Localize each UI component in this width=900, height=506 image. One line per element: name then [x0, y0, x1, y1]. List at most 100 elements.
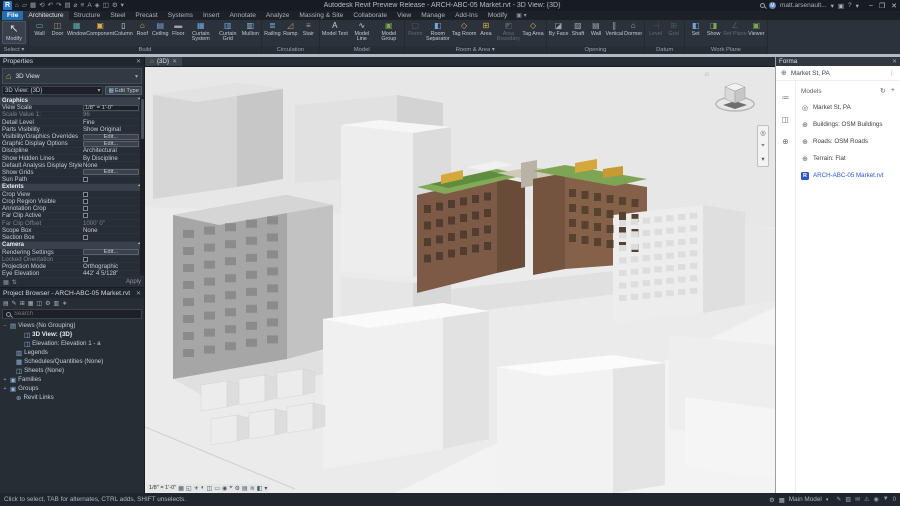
forma-model-item[interactable]: ⊕ Roads: OSM Roads — [796, 133, 900, 150]
tree-item[interactable]: − ▤ Views (No Grouping) — [0, 321, 144, 330]
forma-rail-icon[interactable]: ◫ — [782, 115, 789, 124]
type-selector[interactable]: ⌂ 3D View ▾ — [2, 68, 142, 84]
ribbon-button[interactable]: ▣ Component — [87, 21, 113, 37]
kebab-menu-icon[interactable]: ⋮ — [889, 69, 895, 77]
qat-icon[interactable]: ▤ — [64, 1, 70, 10]
view-control-icon[interactable]: ◉ — [222, 485, 227, 492]
ribbon-button[interactable]: ◇ Tag Room — [452, 21, 477, 37]
ribbon-tab[interactable]: Add-Ins — [450, 11, 483, 20]
refresh-icon[interactable]: ↻ — [880, 87, 886, 95]
qat-icon[interactable]: ≡ — [81, 1, 85, 10]
user-avatar[interactable]: M — [769, 2, 776, 9]
qat-icon[interactable]: ⌂ — [15, 1, 19, 10]
status-right-icon[interactable]: ✉ — [855, 496, 860, 503]
ribbon-panel-label[interactable]: Room & Area ▾ — [405, 46, 546, 54]
ribbon-button[interactable]: ▣ Viewer — [748, 21, 765, 37]
ribbon-panel-label[interactable]: Model — [320, 46, 404, 54]
view-tab-3d[interactable]: ⌂ {3D} ✕ — [145, 57, 182, 66]
ribbon-panel-label[interactable]: Build — [29, 46, 261, 54]
qat-icon[interactable]: ▱ — [22, 1, 27, 10]
ribbon-button[interactable]: ▢ Room — [407, 21, 424, 37]
qat-icon[interactable]: ↶ — [48, 1, 53, 10]
search-icon[interactable] — [760, 3, 765, 8]
ribbon-button[interactable]: ◧ Room Separator — [425, 21, 451, 43]
properties-footer-icon[interactable]: ⇅ — [12, 279, 17, 286]
type-selector-caret[interactable]: ▾ — [135, 73, 138, 80]
ribbon-button[interactable]: ▥ Curtain Grid — [215, 21, 241, 43]
ribbon-button[interactable]: ≣ Railing — [264, 21, 281, 37]
ribbon-button[interactable]: ▤ Wall — [587, 21, 604, 37]
view-scale[interactable]: 1/8" = 1'-0" — [149, 485, 176, 491]
restore-button[interactable]: ❐ — [879, 2, 885, 10]
qat-icon[interactable]: ◫ — [103, 1, 109, 10]
project-browser-tool-icon[interactable]: ▤ — [3, 300, 9, 307]
view-tab-close-icon[interactable]: ✕ — [172, 58, 177, 65]
tree-expander[interactable]: − — [2, 323, 8, 329]
ribbon-tab[interactable]: Systems — [163, 11, 198, 20]
ribbon-button[interactable]: ▦ Curtain System — [188, 21, 214, 43]
view-control-icon[interactable]: ◧ — [257, 485, 263, 492]
ribbon-panel-label[interactable]: Work Plane — [685, 46, 767, 54]
ribbon-button[interactable]: ⊞ Grid — [665, 21, 682, 37]
tree-item[interactable]: + ▣ Groups — [0, 384, 144, 393]
add-model-icon[interactable]: + — [891, 87, 895, 95]
zoom-icon[interactable]: ⌖ — [761, 142, 765, 150]
ribbon-panel-label[interactable]: Opening — [547, 46, 644, 54]
view-control-icon[interactable]: ◫ — [207, 485, 213, 492]
ribbon-tab[interactable]: Insert — [198, 11, 225, 20]
edit-button[interactable]: Edit... — [83, 141, 139, 147]
ribbon-button[interactable]: ◧ Set — [687, 21, 704, 37]
view-control-icon[interactable]: ▭ — [214, 485, 220, 492]
tree-item[interactable]: ⊛ Revit Links — [0, 393, 144, 402]
view-control-icon[interactable]: ◱ — [186, 485, 192, 492]
ribbon-tab[interactable]: File — [2, 11, 23, 20]
minimize-button[interactable]: – — [869, 2, 873, 10]
3d-viewport-canvas[interactable]: ⌂ ◎ ⌖ ▾ 1/8" = 1'-0" ▦◱☀◐◫▭◉⌖⚙▤≋◧▾ — [145, 67, 775, 493]
status-right-icon[interactable]: ▧ — [845, 496, 851, 503]
property-checkbox[interactable] — [83, 192, 88, 197]
qat-icon[interactable]: ▾ — [121, 1, 124, 10]
apply-button[interactable]: Apply — [126, 279, 141, 285]
status-mid-icon[interactable]: ▦ — [779, 496, 785, 504]
project-browser-close-icon[interactable]: ✕ — [136, 290, 141, 297]
property-checkbox[interactable] — [83, 235, 88, 240]
project-browser-tool-icon[interactable]: ◫ — [36, 300, 42, 307]
view-control-icon[interactable]: ▦ — [178, 485, 184, 492]
properties-footer-icon[interactable]: ▦ — [3, 279, 9, 286]
view-control-icon[interactable]: ⚙ — [235, 485, 240, 492]
help-caret[interactable]: ▾ — [856, 2, 859, 10]
qat-icon[interactable]: A — [87, 1, 91, 10]
edit-button[interactable]: Edit... — [83, 169, 139, 175]
view-control-icon[interactable]: ≋ — [250, 485, 255, 492]
ribbon-display-toggle[interactable]: ▣ ▾ — [516, 11, 526, 20]
forma-close-icon[interactable]: ✕ — [892, 58, 897, 65]
project-browser-tool-icon[interactable]: ⚙ — [45, 300, 50, 307]
ribbon-button[interactable]: ⊞ Area — [477, 21, 494, 37]
ribbon-tab[interactable]: Structure — [69, 11, 106, 20]
ribbon-button[interactable]: ▬ Floor — [170, 21, 187, 37]
properties-close-icon[interactable]: ✕ — [136, 58, 141, 65]
ribbon-tab[interactable]: Manage — [416, 11, 450, 20]
element-selector[interactable]: 3D View: {3D} ▾ — [2, 86, 103, 95]
status-right-icon[interactable]: ⚠ — [864, 496, 869, 503]
ribbon-button[interactable]: ⌂ Roof — [134, 21, 151, 37]
ribbon-button[interactable]: ∥ Vertical — [605, 21, 623, 37]
ribbon-panel-label[interactable]: Datum — [645, 46, 684, 54]
project-browser-tool-icon[interactable]: ▥ — [53, 300, 59, 307]
status-right-icon[interactable]: ◉ — [873, 496, 878, 503]
ribbon-tab[interactable]: Annotate — [224, 11, 260, 20]
user-menu-caret[interactable]: ▾ — [831, 2, 834, 10]
ribbon-button[interactable]: ◨ Show — [705, 21, 722, 37]
username[interactable]: matt.arsenault... — [780, 2, 827, 9]
ribbon-button[interactable]: ∠ Ref Plane — [723, 21, 747, 37]
ribbon-tab[interactable]: Steel — [105, 11, 130, 20]
edit-button[interactable]: Edit... — [83, 249, 139, 255]
project-browser-tool-icon[interactable]: ✎ — [12, 300, 17, 307]
ribbon-button[interactable]: ◪ By Face — [549, 21, 569, 37]
active-workset-label[interactable]: Main Model — [789, 496, 822, 503]
ribbon-button[interactable]: ▣ Model Group — [376, 21, 402, 43]
property-checkbox[interactable] — [83, 177, 88, 182]
ribbon-tab[interactable]: Collaborate — [348, 11, 392, 20]
navigation-bar[interactable]: ◎ ⌖ ▾ — [757, 125, 769, 167]
forma-location[interactable]: ⊕ Market St, PA ⋮ — [776, 66, 900, 81]
